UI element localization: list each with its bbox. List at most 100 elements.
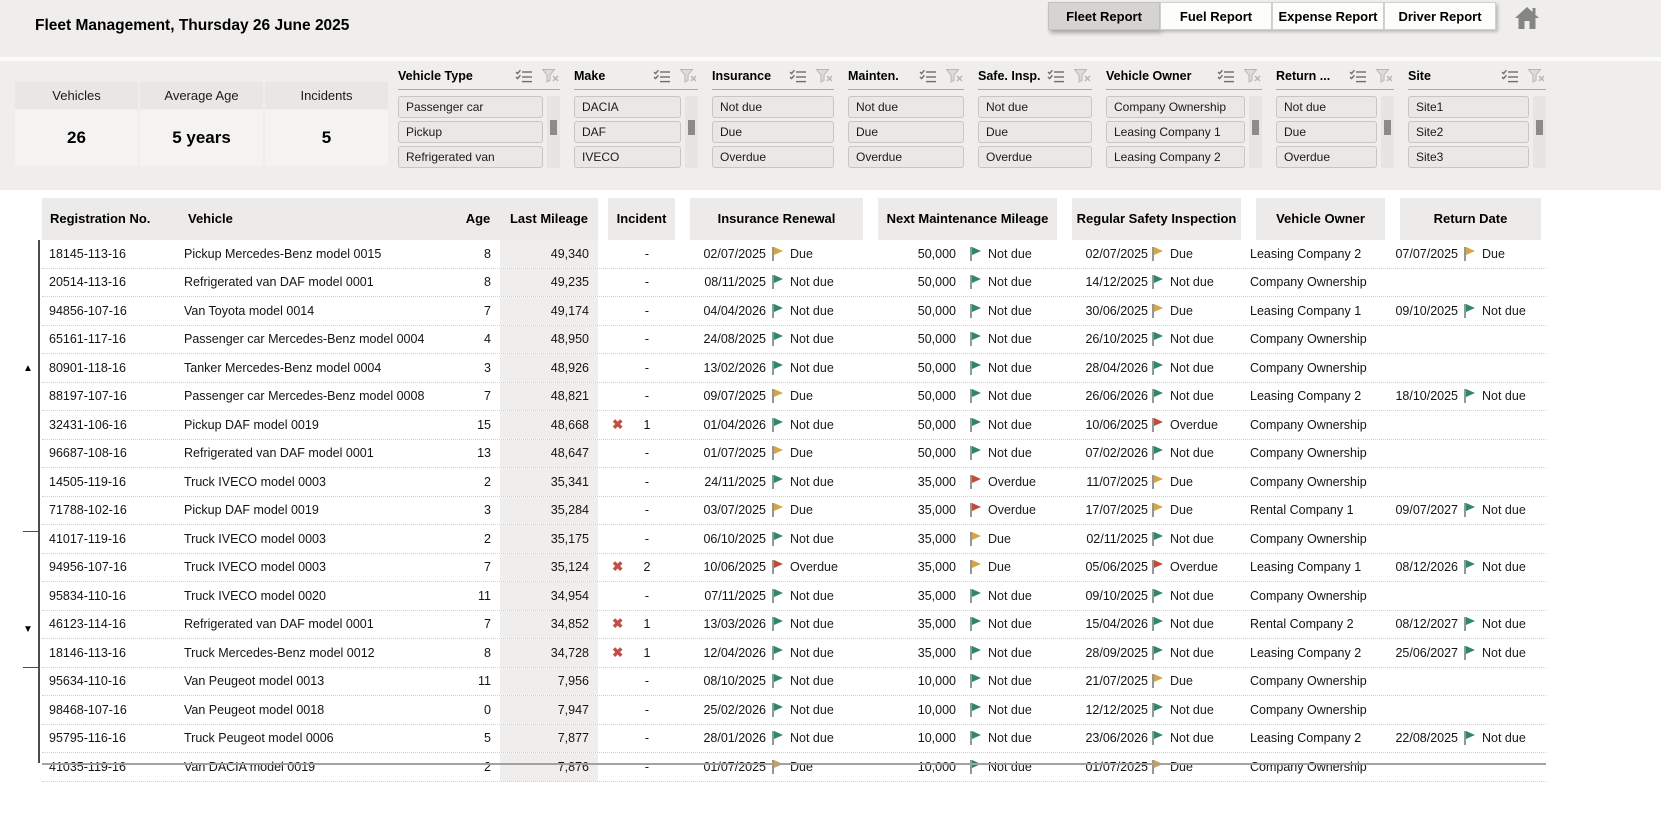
table-row[interactable]: 94856-107-16 Van Toyota model 0014 7 49,174… [42,297,1546,326]
clear-filter-icon[interactable] [1375,69,1394,83]
nav-button-fleet-report[interactable]: Fleet Report [1048,2,1160,30]
multi-select-icon[interactable] [1047,69,1065,83]
slicer-item-not-due[interactable]: Not due [1276,96,1377,118]
slicer-item-site2[interactable]: Site2 [1408,121,1529,143]
slicer-scrollbar[interactable] [547,96,560,168]
cell-safety-inspection: 17/07/2025 Due [1062,497,1246,525]
table-row[interactable]: 71788-102-16 Pickup DAF model 0019 3 35,284… [42,496,1546,525]
table-row[interactable]: 41017-119-16 Truck IVECO model 0003 2 35,17… [42,525,1546,554]
table-row[interactable]: 96687-108-16 Refrigerated van DAF model 0… [42,439,1546,468]
slicer-item-list: Not due Due Overdue [978,96,1092,168]
multi-select-icon[interactable] [515,69,533,83]
clear-filter-icon[interactable] [679,69,698,83]
slicer-item-not-due[interactable]: Not due [848,96,964,118]
clear-filter-icon[interactable] [1527,69,1546,83]
multi-select-icon[interactable] [1501,69,1519,83]
slicer-item-overdue[interactable]: Overdue [978,146,1092,168]
slicer-item-due[interactable]: Due [712,121,834,143]
table-row[interactable]: 18146-113-16 Truck Mercedes-Benz model 00… [42,639,1546,668]
slicer-item-site1[interactable]: Site1 [1408,96,1529,118]
slicer-scrollbar-thumb[interactable] [1384,120,1391,135]
status-flag-icon [970,645,982,660]
slicer-item-passenger-car[interactable]: Passenger car [398,96,543,118]
home-button[interactable] [1512,4,1542,32]
multi-select-icon[interactable] [653,69,671,83]
cell-next-maintenance: 10,000 Not due [868,668,1062,696]
cell-insurance-renewal: 01/07/2025 Due [680,440,868,468]
cell-return-date: 09/07/2027 Not due [1390,497,1546,525]
cell-age: 8 [484,275,491,290]
slicer-item-not-due[interactable]: Not due [712,96,834,118]
table-row[interactable]: 18145-113-16 Pickup Mercedes-Benz model 0… [42,240,1546,269]
slicer-item-daf[interactable]: DAF [574,121,681,143]
multi-select-icon[interactable] [1349,69,1367,83]
table-row[interactable]: 80901-118-16 Tanker Mercedes-Benz model 0… [42,354,1546,383]
table-row[interactable]: 65161-117-16 Passenger car Mercedes-Benz … [42,325,1546,354]
slicer-scrollbar-thumb[interactable] [550,120,557,135]
slicer-make: Make DACIA DAF IVECO [574,65,698,168]
cell-value: 18/10/2025 [1395,389,1458,404]
cell-incident: - [598,240,680,268]
scroll-up-arrow[interactable]: ▲ [20,361,36,375]
clear-filter-icon[interactable] [1243,69,1262,83]
nav-button-expense-report[interactable]: Expense Report [1272,2,1384,30]
nav-button-fuel-report[interactable]: Fuel Report [1160,2,1272,30]
scroll-thumb-bottom [23,667,38,668]
scroll-down-arrow[interactable]: ▼ [20,622,36,636]
slicer-item-due[interactable]: Due [848,121,964,143]
slicer-scrollbar[interactable] [1381,96,1394,168]
slicer-row: Vehicle Type Passenger car Pickup Refrigera… [398,65,1546,168]
slicer-scrollbar-thumb[interactable] [1252,120,1259,135]
slicer-item-refrigerated-van[interactable]: Refrigerated van [398,146,543,168]
slicer-item-overdue[interactable]: Overdue [712,146,834,168]
table-scrollbar-track[interactable] [38,240,40,763]
table-row[interactable]: 88197-107-16 Passenger car Mercedes-Benz … [42,382,1546,411]
slicer-item-iveco[interactable]: IVECO [574,146,681,168]
slicer-scrollbar-thumb[interactable] [1536,120,1543,135]
table-row[interactable]: 95834-110-16 Truck IVECO model 0020 11 34,9… [42,582,1546,611]
slicer-scrollbar-thumb[interactable] [688,120,695,135]
table-row[interactable]: 32431-106-16 Pickup DAF model 0019 15 48,66… [42,411,1546,440]
clear-filter-icon[interactable] [945,69,964,83]
cell-return-date [1390,440,1546,468]
multi-select-icon[interactable] [789,69,807,83]
multi-select-icon[interactable] [919,69,937,83]
table-row[interactable]: 14505-119-16 Truck IVECO model 0003 2 35,34… [42,468,1546,497]
status-flag-icon [1152,560,1164,575]
status-flag-icon [970,474,982,489]
slicer-scrollbar[interactable] [1533,96,1546,168]
slicer-item-not-due[interactable]: Not due [978,96,1092,118]
slicer-item-pickup[interactable]: Pickup [398,121,543,143]
nav-button-driver-report[interactable]: Driver Report [1384,2,1496,30]
table-row[interactable]: 95795-116-16 Truck Peugeot model 0006 5 7,8… [42,724,1546,753]
status-flag-icon [970,503,982,518]
clear-filter-icon[interactable] [815,69,834,83]
table-row[interactable]: 94956-107-16 Truck IVECO model 0003 7 35,12… [42,553,1546,582]
cell-vehicle-owner: Leasing Company 1 [1250,303,1362,318]
multi-select-icon[interactable] [1217,69,1235,83]
cell-value: 24/11/2025 [704,474,766,489]
table-row[interactable]: 98468-107-16 Van Peugeot model 0018 0 7,947… [42,696,1546,725]
table-row[interactable]: 46123-114-16 Refrigerated van DAF model 0… [42,610,1546,639]
slicer-item-due[interactable]: Due [978,121,1092,143]
cell-value: 09/07/2025 [703,389,766,404]
clear-filter-icon[interactable] [1073,69,1092,83]
table-row[interactable]: 20514-113-16 Refrigerated van DAF model 0… [42,268,1546,297]
slicer-item-site3[interactable]: Site3 [1408,146,1529,168]
clear-filter-icon[interactable] [541,69,560,83]
slicer-item-overdue[interactable]: Overdue [1276,146,1377,168]
cell-safety-inspection: 26/10/2025 Not due [1062,326,1246,354]
slicer-item-leasing-company-2[interactable]: Leasing Company 2 [1106,146,1245,168]
slicer-scrollbar[interactable] [1249,96,1262,168]
slicer-item-due[interactable]: Due [1276,121,1377,143]
slicer-scrollbar[interactable] [685,96,698,168]
slicer-item-leasing-company-1[interactable]: Leasing Company 1 [1106,121,1245,143]
cell-last-mileage: 49,340 [500,240,598,268]
status-label: Not due [790,731,834,746]
table-row[interactable]: 95634-110-16 Van Peugeot model 0013 11 7,95… [42,667,1546,696]
slicer-item-company-ownership[interactable]: Company Ownership [1106,96,1245,118]
slicer-item-overdue[interactable]: Overdue [848,146,964,168]
table-row[interactable]: 41035-119-16 Van DACIA model 0019 2 7,876 - 0… [42,753,1546,782]
slicer-insurance: Insurance Not due Due Overdue [712,65,834,168]
slicer-item-dacia[interactable]: DACIA [574,96,681,118]
